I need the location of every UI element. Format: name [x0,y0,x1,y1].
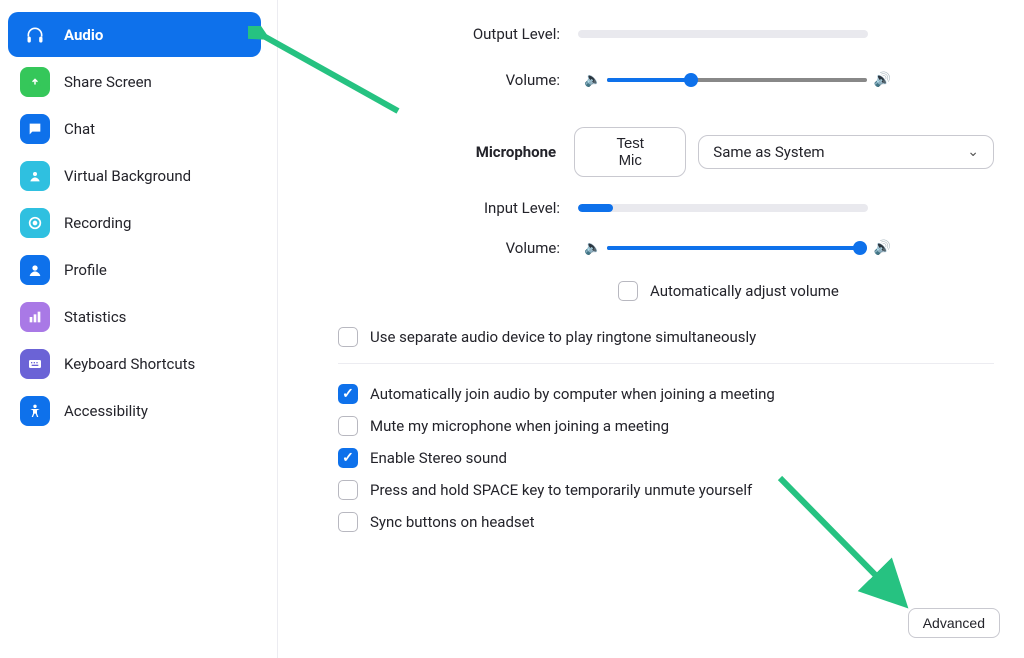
volume-low-icon: 🔈 [584,72,601,88]
sidebar-item-label: Profile [64,261,107,279]
sidebar-item-keyboard-shortcuts[interactable]: Keyboard Shortcuts [8,341,261,386]
option-label: Enable Stereo sound [370,449,507,467]
option-row: Mute my microphone when joining a meetin… [338,410,994,442]
sidebar-item-accessibility[interactable]: Accessibility [8,388,261,433]
sidebar-item-label: Recording [64,214,131,232]
volume-high-icon: 🔊 [873,240,890,256]
volume-low-icon: 🔈 [584,240,601,256]
mic-volume-label: Volume: [318,239,578,257]
option-label: Automatically join audio by computer whe… [370,385,775,403]
speaker-volume-slider[interactable] [607,78,867,82]
separate-ringtone-label: Use separate audio device to play ringto… [370,328,756,346]
option-row: Sync buttons on headset [338,506,994,538]
sidebar-item-statistics[interactable]: Statistics [8,294,261,339]
option-row: Automatically join audio by computer whe… [338,378,994,410]
separate-ringtone-checkbox[interactable] [338,327,358,347]
sidebar-item-virtual-background[interactable]: Virtual Background [8,153,261,198]
mic-volume-slider[interactable] [607,246,867,250]
mic-device-selected: Same as System [713,143,824,161]
input-level-label: Input Level: [318,199,578,217]
sidebar-item-label: Statistics [64,308,126,326]
output-level-label: Output Level: [318,25,578,43]
sidebar-item-label: Keyboard Shortcuts [64,355,195,373]
advanced-button[interactable]: Advanced [908,608,1000,638]
speaker-volume-label: Volume: [318,71,578,89]
sidebar-item-audio[interactable]: Audio [8,12,261,57]
recording-icon [20,208,50,238]
option-label: Sync buttons on headset [370,513,535,531]
option-checkbox[interactable] [338,512,358,532]
volume-high-icon: 🔊 [873,72,890,88]
accessibility-icon [20,396,50,426]
sidebar-item-label: Chat [64,120,95,138]
sidebar-item-label: Share Screen [64,73,152,91]
sidebar-item-recording[interactable]: Recording [8,200,261,245]
mic-device-select[interactable]: Same as System ⌄ [698,135,994,169]
chevron-down-icon: ⌄ [967,144,979,160]
sidebar-item-label: Virtual Background [64,167,191,185]
option-label: Press and hold SPACE key to temporarily … [370,481,752,499]
option-checkbox[interactable] [338,480,358,500]
option-checkbox[interactable] [338,448,358,468]
option-checkbox[interactable] [338,384,358,404]
auto-adjust-volume-checkbox[interactable] [618,281,638,301]
option-row: Press and hold SPACE key to temporarily … [338,474,994,506]
profile-icon [20,255,50,285]
sidebar-item-label: Audio [64,26,103,44]
headphones-icon [20,20,50,50]
sidebar-item-chat[interactable]: Chat [8,106,261,151]
option-label: Mute my microphone when joining a meetin… [370,417,669,435]
auto-adjust-volume-label: Automatically adjust volume [650,282,839,300]
share-screen-icon [20,67,50,97]
options-divider [338,363,994,364]
sidebar-item-profile[interactable]: Profile [8,247,261,292]
audio-settings-panel: Output Level: Volume: 🔈 🔊 Microphone Tes… [278,0,1024,658]
keyboard-icon [20,349,50,379]
output-level-meter [578,30,868,38]
option-checkbox[interactable] [338,416,358,436]
option-row: Enable Stereo sound [338,442,994,474]
statistics-icon [20,302,50,332]
microphone-section-label: Microphone [318,143,574,161]
sidebar-item-share-screen[interactable]: Share Screen [8,59,261,104]
virtual-background-icon [20,161,50,191]
input-level-meter [578,204,868,212]
chat-icon [20,114,50,144]
sidebar-item-label: Accessibility [64,402,148,420]
settings-sidebar: Audio Share Screen Chat Virtual Backgrou… [0,0,278,658]
test-mic-button[interactable]: Test Mic [574,127,686,177]
